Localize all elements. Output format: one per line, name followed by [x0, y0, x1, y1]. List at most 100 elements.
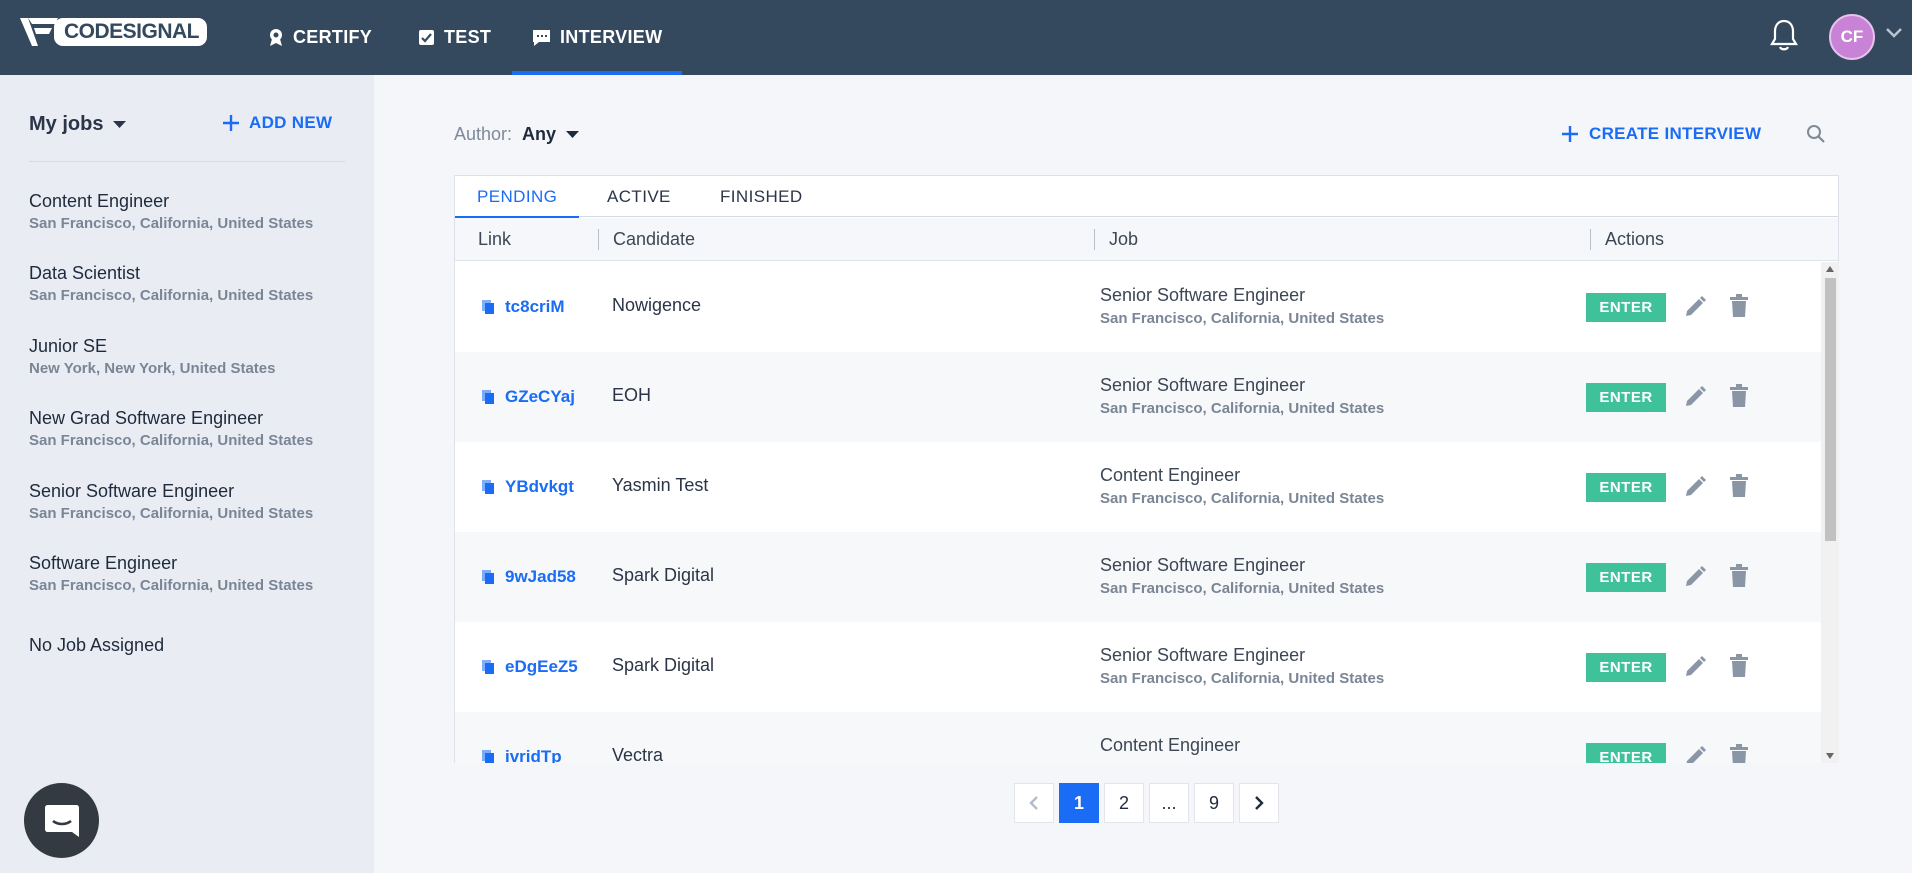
edit-pencil-icon[interactable] — [1683, 295, 1707, 319]
job-location: San Francisco, California, United States — [1100, 400, 1385, 417]
page-button[interactable]: 9 — [1194, 783, 1234, 823]
job-cell: Content Engineer — [1100, 735, 1240, 756]
sidebar-job-item[interactable]: Junior SE New York, New York, United Sta… — [29, 336, 275, 377]
support-chat-button[interactable] — [24, 783, 99, 858]
job-title: Junior SE — [29, 336, 108, 356]
column-header-actions: Actions — [1605, 229, 1665, 249]
interview-link-code: 9wJad58 — [505, 567, 576, 586]
job-title: Senior Software Engineer — [1100, 645, 1306, 665]
nav-interview-label: INTERVIEW — [560, 27, 663, 47]
copy-icon — [482, 300, 494, 314]
author-filter[interactable]: Author: Any — [454, 124, 580, 145]
job-title: Senior Software Engineer — [1100, 285, 1306, 305]
sidebar-job-item[interactable]: Senior Software Engineer San Francisco, … — [29, 481, 313, 522]
candidate-name: Spark Digital — [612, 655, 715, 675]
column-header-link: Link — [478, 229, 512, 249]
my-jobs-dropdown[interactable]: My jobs — [29, 113, 127, 136]
scroll-down-arrow-icon[interactable] — [1826, 753, 1834, 759]
interview-link[interactable]: GZeCYaj — [481, 387, 575, 407]
notifications-bell-icon[interactable] — [1769, 18, 1799, 52]
interview-link[interactable]: 9wJad58 — [481, 567, 576, 587]
enter-button[interactable]: ENTER — [1586, 383, 1666, 412]
enter-button[interactable]: ENTER — [1586, 473, 1666, 502]
nav-certify-label: CERTIFY — [293, 27, 373, 47]
enter-button[interactable]: ENTER — [1586, 563, 1666, 592]
add-job-button[interactable]: ADD NEW — [222, 113, 332, 133]
delete-trash-icon[interactable] — [1729, 744, 1749, 763]
column-divider — [598, 229, 599, 250]
edit-pencil-icon[interactable] — [1683, 385, 1707, 409]
interview-link-code: GZeCYaj — [505, 387, 575, 406]
sidebar-job-item[interactable]: New Grad Software Engineer San Francisco… — [29, 408, 313, 449]
author-filter-value: Any — [522, 124, 557, 144]
copy-icon — [482, 750, 494, 763]
delete-trash-icon[interactable] — [1729, 474, 1749, 498]
edit-pencil-icon[interactable] — [1683, 475, 1707, 499]
nav-test[interactable]: TEST — [418, 0, 491, 75]
enter-button[interactable]: ENTER — [1586, 743, 1666, 763]
add-job-label: ADD NEW — [249, 113, 333, 132]
scrollbar-thumb[interactable] — [1825, 278, 1836, 541]
user-avatar[interactable]: CF — [1829, 14, 1875, 60]
tab-active[interactable]: ACTIVE — [607, 176, 671, 217]
checkbox-icon — [419, 30, 434, 45]
job-cell: Senior Software Engineer San Francisco, … — [1100, 555, 1384, 597]
tab-finished[interactable]: FINISHED — [720, 176, 803, 217]
delete-trash-icon[interactable] — [1729, 294, 1749, 318]
column-divider — [1094, 229, 1095, 250]
delete-trash-icon[interactable] — [1729, 564, 1749, 588]
job-cell: Senior Software Engineer San Francisco, … — [1100, 285, 1384, 327]
delete-trash-icon[interactable] — [1729, 654, 1749, 678]
sidebar-job-item[interactable]: No Job Assigned — [29, 635, 164, 656]
prev-page-button[interactable] — [1014, 783, 1054, 823]
status-tabs: PENDING ACTIVE FINISHED — [455, 176, 1838, 218]
next-page-button[interactable] — [1239, 783, 1279, 823]
table-row: 9wJad58 Spark Digital Senior Software En… — [455, 532, 1821, 622]
job-title: Content Engineer — [1100, 465, 1241, 485]
interview-link-code: ivridTp — [505, 747, 562, 763]
table-scrollbar[interactable] — [1821, 262, 1839, 763]
job-location: San Francisco, California, United States — [29, 287, 314, 304]
tab-pending[interactable]: PENDING — [455, 176, 580, 218]
copy-icon — [482, 570, 494, 584]
interview-link[interactable]: tc8criM — [481, 297, 565, 317]
enter-button[interactable]: ENTER — [1586, 293, 1666, 322]
sidebar-job-item[interactable]: Software Engineer San Francisco, Califor… — [29, 553, 313, 594]
table-row: GZeCYaj EOH Senior Software Engineer San… — [455, 352, 1821, 442]
chat-icon — [533, 29, 550, 46]
candidate-name: Nowigence — [612, 295, 702, 315]
edit-pencil-icon[interactable] — [1683, 655, 1707, 679]
interview-link[interactable]: ivridTp — [481, 747, 562, 763]
delete-trash-icon[interactable] — [1729, 384, 1749, 408]
edit-pencil-icon[interactable] — [1683, 745, 1707, 763]
codesignal-logo[interactable]: CODESIGNAL — [18, 14, 208, 50]
job-title: Senior Software Engineer — [29, 481, 235, 501]
chevron-down-icon[interactable] — [1885, 27, 1903, 39]
job-title: No Job Assigned — [29, 635, 165, 655]
job-location: San Francisco, California, United States — [29, 432, 314, 449]
job-location: San Francisco, California, United States — [29, 505, 314, 522]
nav-interview[interactable]: INTERVIEW — [512, 0, 683, 75]
edit-pencil-icon[interactable] — [1683, 565, 1707, 589]
plus-icon — [1562, 126, 1578, 142]
job-title: Software Engineer — [29, 553, 178, 573]
interview-link[interactable]: eDgEeZ5 — [481, 657, 578, 677]
job-title: Content Engineer — [29, 191, 170, 211]
caret-down-icon — [566, 130, 580, 138]
page-button[interactable]: 2 — [1104, 783, 1144, 823]
column-divider — [1590, 229, 1591, 250]
search-icon[interactable] — [1806, 124, 1826, 144]
sidebar-job-item[interactable]: Data Scientist San Francisco, California… — [29, 263, 313, 304]
nav-certify[interactable]: CERTIFY — [268, 0, 372, 75]
sidebar-job-item[interactable]: Content Engineer San Francisco, Californ… — [29, 191, 313, 232]
copy-icon — [482, 660, 494, 674]
page-button[interactable]: 1 — [1059, 783, 1099, 823]
interview-link[interactable]: YBdvkgt — [481, 477, 574, 497]
create-interview-button[interactable]: CREATE INTERVIEW — [1561, 124, 1761, 144]
candidate-name: Yasmin Test — [612, 475, 709, 495]
create-interview-label: CREATE INTERVIEW — [1589, 124, 1762, 143]
enter-button[interactable]: ENTER — [1586, 653, 1666, 682]
interviews-panel: PENDING ACTIVE FINISHED Link Candidate J… — [454, 175, 1839, 763]
scroll-up-arrow-icon[interactable] — [1826, 266, 1834, 272]
page-ellipsis: ... — [1149, 783, 1189, 823]
